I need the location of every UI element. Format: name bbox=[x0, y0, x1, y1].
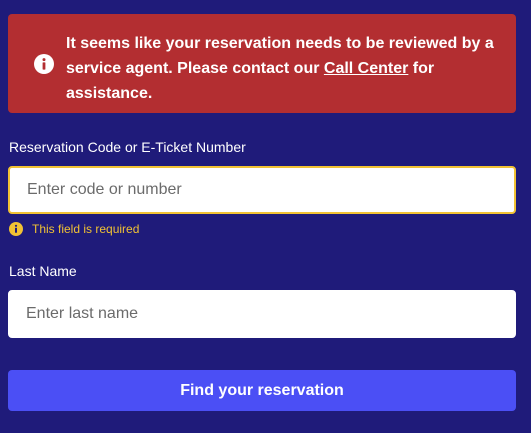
alert-message: It seems like your reservation needs to … bbox=[66, 31, 496, 106]
call-center-link[interactable]: Call Center bbox=[324, 60, 408, 77]
find-reservation-button[interactable]: Find your reservation bbox=[8, 370, 516, 411]
error-alert: It seems like your reservation needs to … bbox=[8, 14, 516, 113]
last-name-label: Last Name bbox=[9, 263, 77, 279]
field-error-text: This field is required bbox=[32, 222, 140, 236]
reservation-lookup-form: It seems like your reservation needs to … bbox=[0, 0, 531, 433]
reservation-code-input[interactable] bbox=[8, 166, 516, 214]
reservation-code-label: Reservation Code or E-Ticket Number bbox=[9, 139, 246, 155]
field-error: This field is required bbox=[9, 222, 139, 236]
warning-icon bbox=[9, 222, 23, 236]
info-icon bbox=[34, 54, 54, 74]
last-name-input[interactable] bbox=[8, 290, 516, 338]
